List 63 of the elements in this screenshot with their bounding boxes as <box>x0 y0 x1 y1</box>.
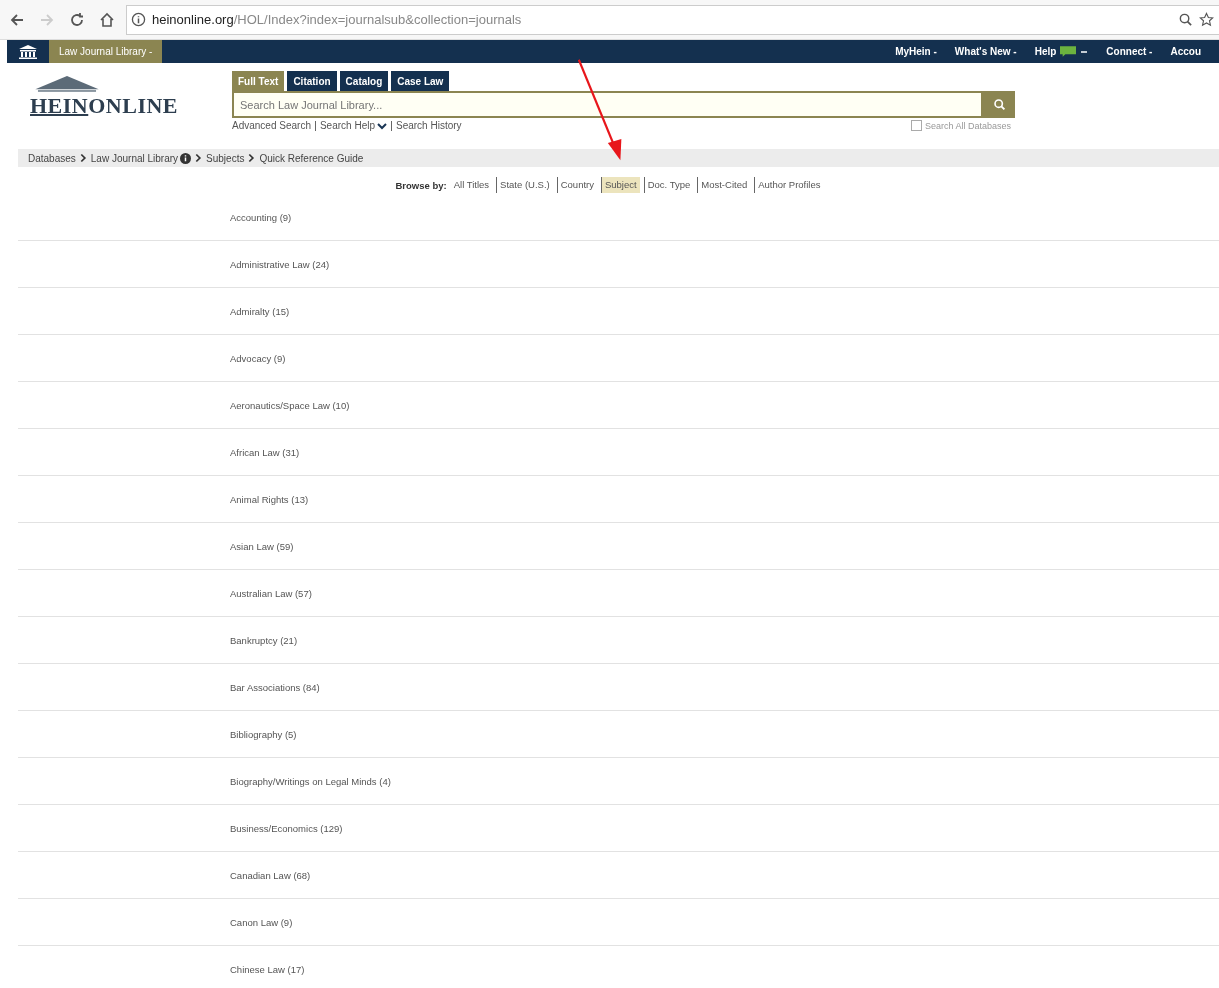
nav-link[interactable]: Connect - <box>1106 46 1153 57</box>
star-icon[interactable] <box>1199 12 1214 27</box>
nav-link[interactable]: What's New - <box>954 46 1017 57</box>
subject-link[interactable]: Admiralty (15) <box>230 305 290 317</box>
browse-option[interactable]: Most-Cited <box>697 177 751 193</box>
search-link[interactable]: Advanced Search <box>232 120 311 131</box>
library-menu[interactable]: Law Journal Library - <box>49 40 163 63</box>
breadcrumb-link[interactable]: Quick Reference Guide <box>259 152 364 164</box>
subject-link[interactable]: Bankruptcy (21) <box>230 634 298 646</box>
logo-icon <box>34 75 100 93</box>
browse-label: Browse by: <box>395 179 447 191</box>
search-icon[interactable] <box>992 98 1006 111</box>
subject-link[interactable]: Advocacy (9) <box>230 352 286 364</box>
search-button[interactable] <box>983 91 1015 118</box>
search-link[interactable]: Search History <box>391 120 462 131</box>
chevron-icon <box>248 153 256 163</box>
back-icon[interactable] <box>9 11 25 28</box>
checkbox-label: Search All Databases <box>924 120 1011 131</box>
browse-option[interactable]: State (U.S.) <box>496 177 553 193</box>
browse-option[interactable]: Subject <box>600 177 640 193</box>
subject-link[interactable]: Chinese Law (17) <box>230 963 305 975</box>
breadcrumb-link[interactable]: Databases <box>28 152 76 164</box>
browse-option[interactable]: All Titles <box>450 177 493 193</box>
chevron-icon <box>79 153 87 163</box>
info-icon[interactable] <box>180 152 192 164</box>
nav-link[interactable]: Accou <box>1170 46 1201 57</box>
search-link[interactable]: Search Help <box>314 120 375 131</box>
browse-option[interactable]: Author Profiles <box>754 177 824 193</box>
subject-link[interactable]: Administrative Law (24) <box>230 258 330 270</box>
search-tab[interactable]: Catalog <box>339 71 389 91</box>
subject-link[interactable]: Bibliography (5) <box>230 728 297 740</box>
subject-link[interactable]: Aeronautics/Space Law (10) <box>230 399 350 411</box>
search-tab[interactable]: Case Law <box>391 71 450 91</box>
nav-link[interactable]: MyHein - <box>895 46 937 57</box>
chevron-icon <box>195 153 203 163</box>
subject-link[interactable]: Bar Associations (84) <box>230 681 320 693</box>
subject-link[interactable]: Accounting (9) <box>230 211 292 223</box>
home-icon[interactable] <box>99 11 115 28</box>
subject-link[interactable]: Asian Law (59) <box>230 540 294 552</box>
chevron-icon[interactable] <box>377 121 387 130</box>
subject-link[interactable]: Australian Law (57) <box>230 587 312 599</box>
nav-link[interactable]: Help <box>1034 46 1057 57</box>
subject-link[interactable]: Biography/Writings on Legal Minds (4) <box>230 775 391 787</box>
subject-link[interactable]: Animal Rights (13) <box>230 493 309 505</box>
breadcrumb-link[interactable]: Subjects <box>206 152 245 164</box>
zoom-icon[interactable] <box>1178 12 1193 27</box>
info-icon[interactable] <box>131 12 146 27</box>
address-bar[interactable]: heinonline.org/HOL/Index?index=journalsub&collection=journals <box>126 4 1219 35</box>
chat-icon[interactable] <box>1060 46 1077 57</box>
search-tab[interactable]: Full Text <box>232 71 285 91</box>
subject-link[interactable]: Business/Economics (129) <box>230 822 343 834</box>
subject-link[interactable]: African Law (31) <box>230 446 300 458</box>
browse-option[interactable]: Doc. Type <box>643 177 694 193</box>
browse-option[interactable]: Country <box>556 177 597 193</box>
logo-text: HEINONLINE <box>30 93 179 119</box>
breadcrumb-link[interactable]: Law Journal Library <box>90 152 179 164</box>
subject-link[interactable]: Canadian Law (68) <box>230 869 311 881</box>
search-field[interactable]: Search Law Journal Library... <box>232 91 983 118</box>
checkbox[interactable] <box>910 120 922 131</box>
search-tab[interactable]: Citation <box>287 71 337 91</box>
reload-icon[interactable] <box>69 11 85 28</box>
subject-link[interactable]: Canon Law (9) <box>230 916 293 928</box>
library-icon[interactable] <box>17 43 39 60</box>
